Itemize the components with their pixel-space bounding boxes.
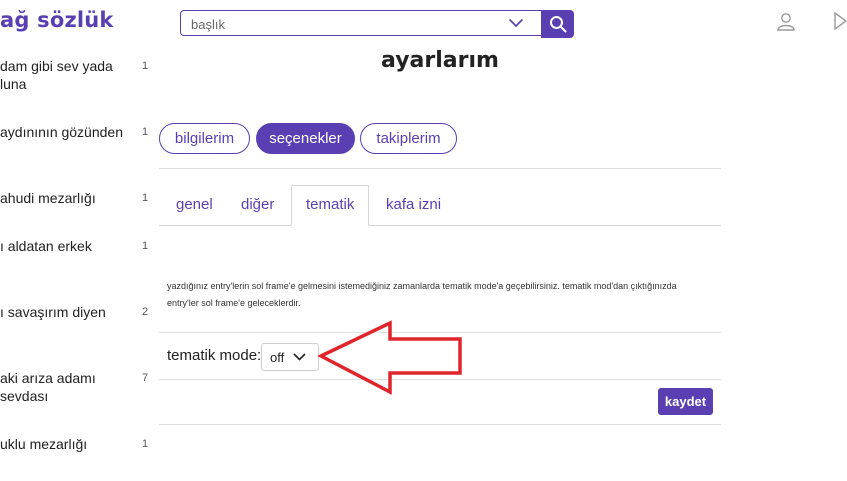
- info-line: yazdığınız entry'lerin sol frame'e gelme…: [167, 281, 677, 291]
- search-box: [180, 10, 541, 36]
- tematik-mode-select[interactable]: off: [261, 343, 319, 371]
- tab-kafa-izni[interactable]: kafa izni: [386, 196, 441, 213]
- pill-takiplerim[interactable]: takiplerim: [360, 123, 457, 154]
- sidebar-item-count: 7: [142, 372, 149, 384]
- tematik-mode-label: tematik mode:: [167, 347, 262, 364]
- message-icon[interactable]: [834, 12, 847, 30]
- sidebar-item-count: 1: [142, 192, 149, 204]
- tematik-mode-value: off: [270, 350, 285, 365]
- tab-genel[interactable]: genel: [176, 196, 213, 213]
- tab-diger[interactable]: diğer: [241, 196, 274, 213]
- sidebar-item-count: 1: [142, 60, 149, 72]
- sidebar-item-label: ı savaşırım diyen: [0, 304, 106, 320]
- sidebar-item-label: aydınının gözünden: [0, 124, 123, 140]
- save-button[interactable]: kaydet: [658, 388, 713, 415]
- sidebar-item-count: 2: [142, 306, 149, 318]
- tab-bar-divider: [159, 225, 721, 226]
- arrow-left-icon: [318, 320, 462, 395]
- chevron-down-icon: [293, 353, 306, 361]
- user-icon[interactable]: [776, 11, 796, 31]
- sidebar-item-count: 1: [142, 240, 149, 252]
- sidebar-item-label: aki arıza adamı: [0, 370, 96, 386]
- sidebar-item-label: sevdası: [0, 388, 49, 404]
- sidebar-item-label: ı aldatan erkek: [0, 238, 92, 254]
- pill-bilgilerim[interactable]: bilgilerim: [159, 123, 250, 154]
- sidebar-item-count: 1: [142, 126, 149, 138]
- page-title: ayarlarım: [381, 48, 499, 73]
- chevron-down-icon[interactable]: [508, 18, 524, 28]
- sidebar-topic-list: dam gibi sev yada luna 1 aydınının gözün…: [0, 0, 158, 481]
- sidebar-item-label: luna: [0, 76, 27, 92]
- info-line: entry'ler sol frame'e geleceklerdir.: [167, 298, 301, 308]
- divider: [159, 424, 721, 425]
- search-button[interactable]: [541, 10, 574, 38]
- divider: [159, 168, 721, 169]
- tab-tematik[interactable]: tematik: [306, 196, 354, 213]
- pill-secenekler[interactable]: seçenekler: [256, 123, 355, 154]
- tematik-info-text: yazdığınız entry'lerin sol frame'e gelme…: [167, 278, 722, 312]
- sidebar-item-label: ahudi mezarlığı: [0, 190, 96, 206]
- search-input[interactable]: [191, 15, 491, 33]
- search-icon: [550, 16, 567, 33]
- sidebar-item-count: 1: [142, 438, 149, 450]
- sidebar-item-label: dam gibi sev yada: [0, 58, 113, 74]
- sidebar-item-label: uklu mezarlığı: [0, 436, 88, 452]
